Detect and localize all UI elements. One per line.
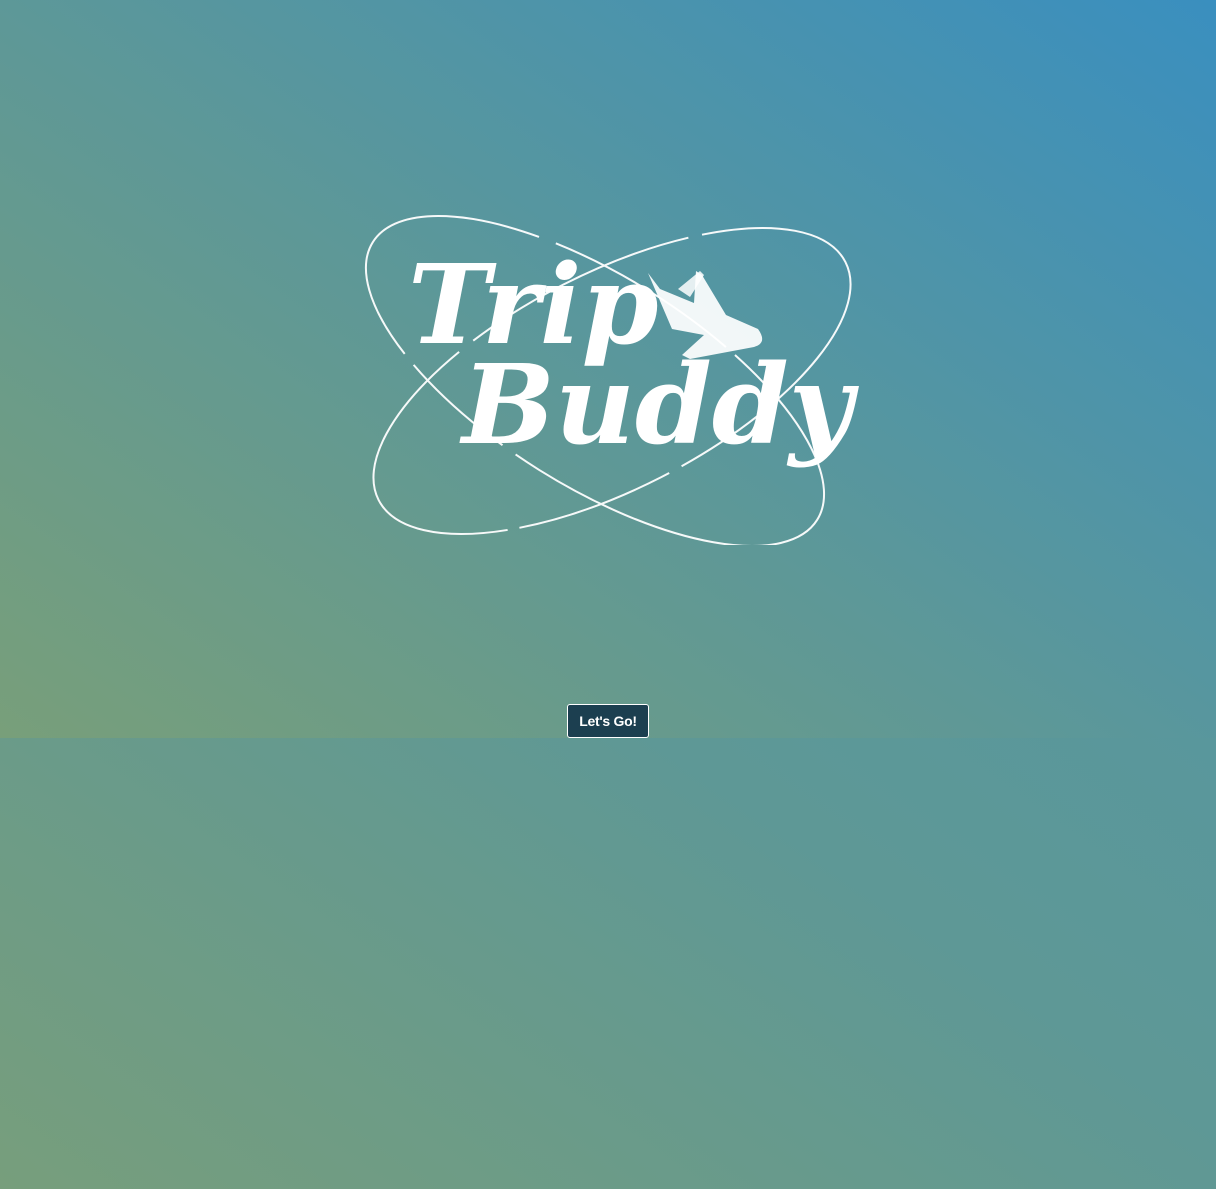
logo-word-buddy: Buddy [459, 340, 860, 469]
trip-buddy-logo: Trip Buddy [364, 215, 860, 545]
lets-go-button[interactable]: Let's Go! [567, 704, 649, 738]
hero-section: Trip Buddy Let's Go! [0, 0, 1216, 738]
